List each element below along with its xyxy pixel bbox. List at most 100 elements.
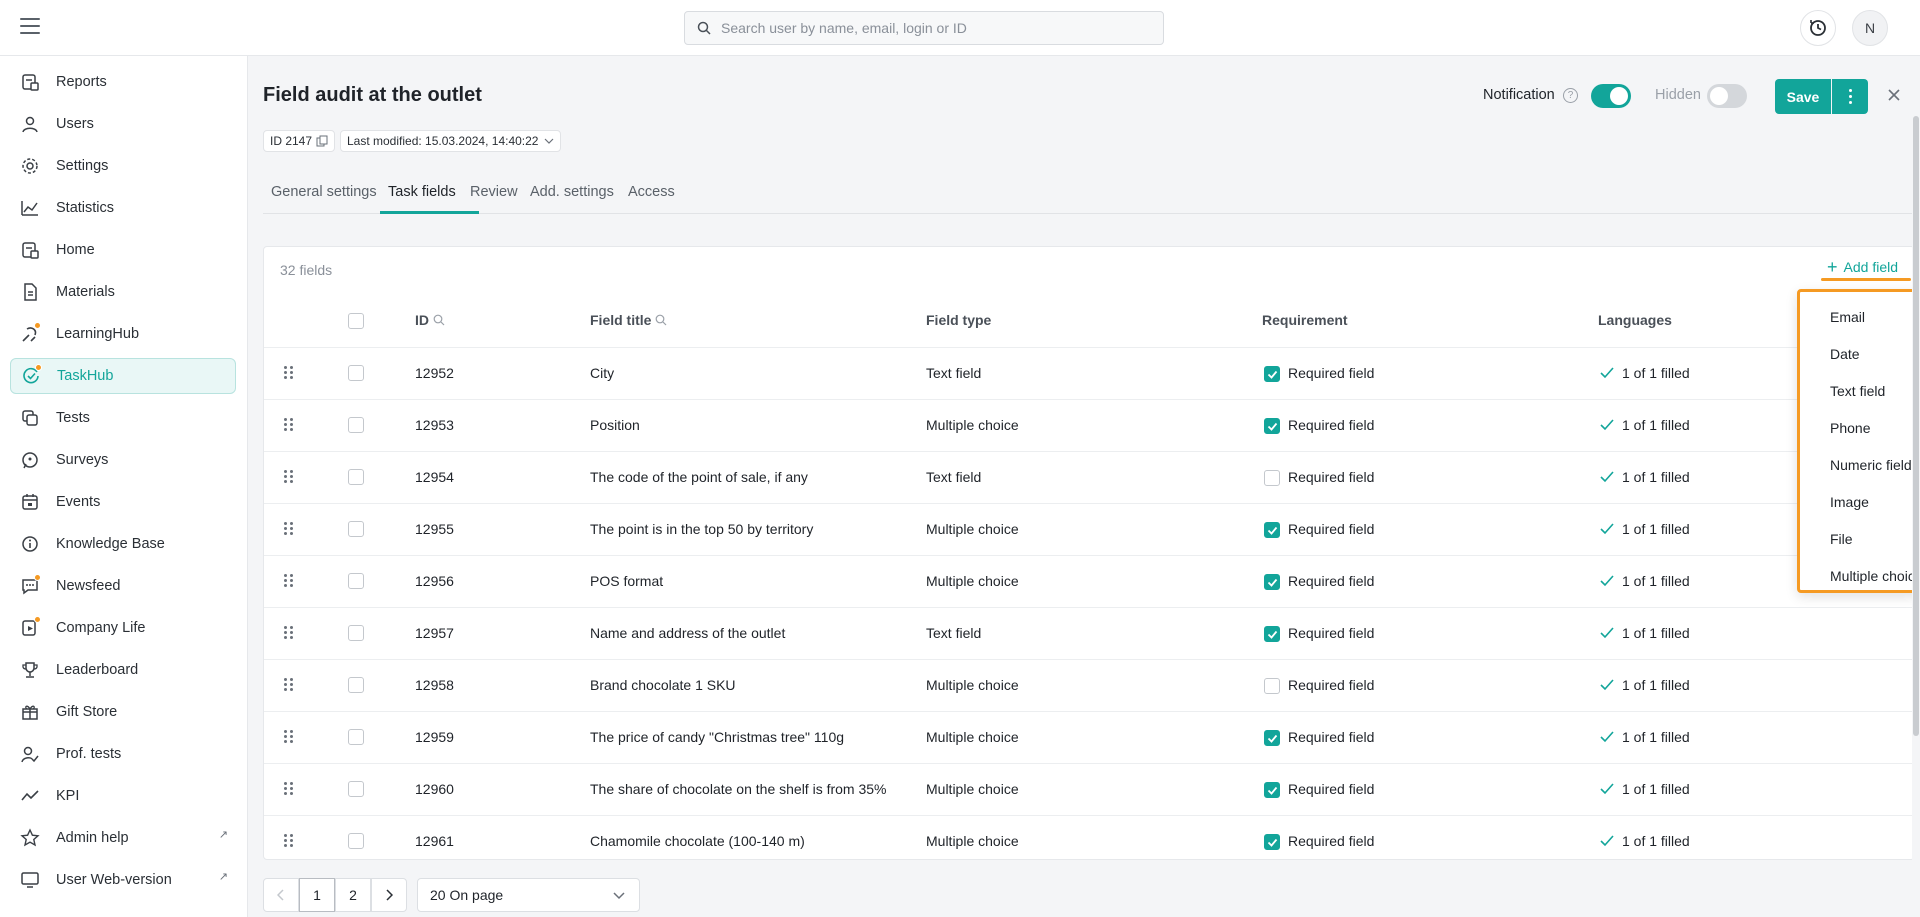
menu-item-image[interactable]: Image xyxy=(1800,483,1916,520)
sidebar-item-gift-store[interactable]: Gift Store xyxy=(10,694,236,730)
row-checkbox[interactable] xyxy=(348,365,364,381)
copy-icon[interactable] xyxy=(316,135,328,147)
table-row[interactable]: 12957 Name and address of the outlet Text … xyxy=(264,607,1914,659)
scrollbar-thumb[interactable] xyxy=(1913,116,1919,736)
drag-handle-icon[interactable] xyxy=(284,418,294,432)
required-checkbox[interactable] xyxy=(1264,782,1280,798)
sidebar-item-admin-help[interactable]: Admin help ↗ xyxy=(10,820,236,856)
tab-add-settings[interactable]: Add. settings xyxy=(530,184,620,214)
select-all-checkbox[interactable] xyxy=(348,313,364,329)
menu-item-file[interactable]: File xyxy=(1800,520,1916,557)
search-icon[interactable] xyxy=(433,314,445,326)
menu-item-multiple-choic[interactable]: Multiple choic xyxy=(1800,557,1916,590)
hidden-toggle[interactable] xyxy=(1707,84,1747,108)
per-page-select[interactable]: 20 On page xyxy=(417,878,640,912)
sidebar-item-learninghub[interactable]: LearningHub xyxy=(10,316,236,352)
sidebar-item-knowledge-base[interactable]: Knowledge Base xyxy=(10,526,236,562)
next-page-button[interactable] xyxy=(371,878,407,912)
row-checkbox[interactable] xyxy=(348,573,364,589)
row-checkbox[interactable] xyxy=(348,833,364,849)
sidebar-item-statistics[interactable]: Statistics xyxy=(10,190,236,226)
required-checkbox[interactable] xyxy=(1264,678,1280,694)
table-row[interactable]: 12961 Chamomile chocolate (100-140 m) Mult… xyxy=(264,815,1914,867)
sidebar-item-reports[interactable]: Reports xyxy=(10,64,236,100)
column-header-id[interactable]: ID xyxy=(415,312,445,328)
id-badge[interactable]: ID 2147 xyxy=(263,130,336,152)
table-row[interactable]: 12954 The code of the point of sale, if a… xyxy=(264,451,1914,503)
sidebar-item-kpi[interactable]: KPI xyxy=(10,778,236,814)
drag-handle-icon[interactable] xyxy=(284,366,294,380)
page-button-1[interactable]: 1 xyxy=(299,878,335,912)
save-button[interactable]: Save xyxy=(1775,79,1831,114)
required-checkbox[interactable] xyxy=(1264,626,1280,642)
row-checkbox[interactable] xyxy=(348,677,364,693)
sidebar-item-settings[interactable]: Settings xyxy=(10,148,236,184)
last-modified-dropdown[interactable]: Last modified: 15.03.2024, 14:40:22 xyxy=(340,130,562,152)
notification-toggle[interactable] xyxy=(1591,84,1631,108)
sidebar-item-newsfeed[interactable]: Newsfeed xyxy=(10,568,236,604)
sidebar-item-tests[interactable]: Tests xyxy=(10,400,236,436)
drag-handle-icon[interactable] xyxy=(284,730,294,744)
drag-handle-icon[interactable] xyxy=(284,574,294,588)
sidebar-item-prof-tests[interactable]: Prof. tests xyxy=(10,736,236,772)
row-checkbox[interactable] xyxy=(348,729,364,745)
table-row[interactable]: 12953 Position Multiple choice Required fie… xyxy=(264,399,1914,451)
search-input[interactable] xyxy=(721,20,1141,36)
sidebar-item-events[interactable]: Events xyxy=(10,484,236,520)
row-checkbox[interactable] xyxy=(348,417,364,433)
drag-handle-icon[interactable] xyxy=(284,678,294,692)
table-row[interactable]: 12958 Brand chocolate 1 SKU Multiple choic… xyxy=(264,659,1914,711)
row-checkbox[interactable] xyxy=(348,469,364,485)
menu-item-text-field[interactable]: Text field xyxy=(1800,372,1916,409)
table-row[interactable]: 12952 City Text field Required field 1 of 1 … xyxy=(264,347,1914,399)
tab-review[interactable]: Review xyxy=(470,184,522,214)
menu-item-phone[interactable]: Phone xyxy=(1800,409,1916,446)
page-scrollbar[interactable] xyxy=(1912,56,1920,917)
column-header-field-title[interactable]: Field title xyxy=(590,312,667,328)
page-button-2[interactable]: 2 xyxy=(335,878,371,912)
tab-task-fields[interactable]: Task fields xyxy=(380,184,479,214)
search-icon[interactable] xyxy=(655,314,667,326)
drag-handle-icon[interactable] xyxy=(284,782,294,796)
close-icon[interactable] xyxy=(1884,85,1904,105)
add-field-button[interactable]: + Add field xyxy=(1827,258,1898,276)
drag-handle-icon[interactable] xyxy=(284,470,294,484)
row-checkbox[interactable] xyxy=(348,625,364,641)
sidebar-item-leaderboard[interactable]: Leaderboard xyxy=(10,652,236,688)
table-row[interactable]: 12959 The price of candy "Christmas tree"… xyxy=(264,711,1914,763)
menu-item-date[interactable]: Date xyxy=(1800,335,1916,372)
row-checkbox[interactable] xyxy=(348,521,364,537)
table-row[interactable]: 12960 The share of chocolate on the shelf… xyxy=(264,763,1914,815)
tab-general-settings[interactable]: General settings xyxy=(271,184,377,214)
required-checkbox[interactable] xyxy=(1264,418,1280,434)
sidebar-item-surveys[interactable]: Surveys xyxy=(10,442,236,478)
avatar[interactable]: N xyxy=(1852,10,1888,46)
search-box[interactable] xyxy=(684,11,1164,45)
sidebar-item-home[interactable]: Home xyxy=(10,232,236,268)
required-checkbox[interactable] xyxy=(1264,574,1280,590)
sidebar-item-taskhub[interactable]: TaskHub xyxy=(10,358,236,394)
drag-handle-icon[interactable] xyxy=(284,626,294,640)
required-checkbox[interactable] xyxy=(1264,366,1280,382)
row-checkbox[interactable] xyxy=(348,781,364,797)
required-checkbox[interactable] xyxy=(1264,834,1280,850)
sidebar-item-users[interactable]: Users xyxy=(10,106,236,142)
sidebar-item-materials[interactable]: Materials xyxy=(10,274,236,310)
table-row[interactable]: 12955 The point is in the top 50 by terri… xyxy=(264,503,1914,555)
sidebar-item-user-web-version[interactable]: User Web-version ↗ xyxy=(10,862,236,898)
menu-item-numeric-field[interactable]: Numeric field xyxy=(1800,446,1916,483)
required-checkbox[interactable] xyxy=(1264,522,1280,538)
more-options-button[interactable] xyxy=(1832,79,1868,114)
prev-page-button[interactable] xyxy=(263,878,299,912)
drag-handle-icon[interactable] xyxy=(284,522,294,536)
required-checkbox[interactable] xyxy=(1264,470,1280,486)
menu-item-email[interactable]: Email xyxy=(1800,298,1916,335)
help-icon[interactable]: ? xyxy=(1563,88,1578,103)
table-row[interactable]: 12956 POS format Multiple choice Required f… xyxy=(264,555,1914,607)
required-checkbox[interactable] xyxy=(1264,730,1280,746)
drag-handle-icon[interactable] xyxy=(284,834,294,848)
history-button[interactable] xyxy=(1800,10,1836,46)
tab-access[interactable]: Access xyxy=(628,184,676,214)
sidebar-item-company-life[interactable]: Company Life xyxy=(10,610,236,646)
hamburger-menu-icon[interactable] xyxy=(20,18,40,34)
